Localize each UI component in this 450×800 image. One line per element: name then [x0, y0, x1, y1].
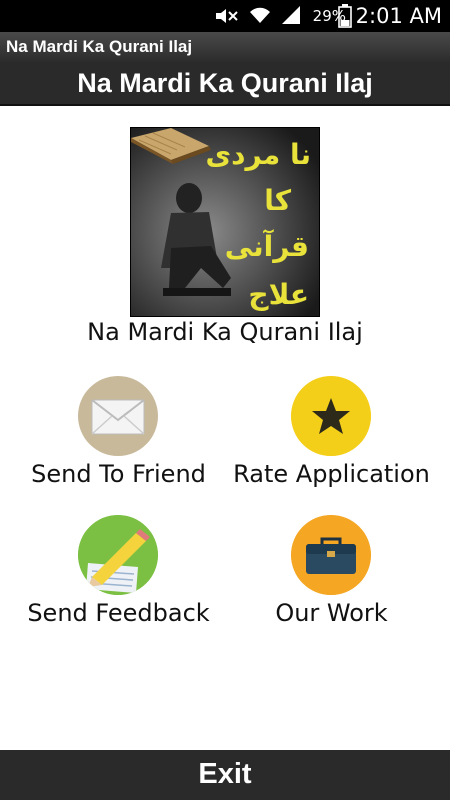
wifi-icon [250, 7, 270, 23]
mute-icon [216, 9, 238, 23]
mail-icon [78, 376, 158, 456]
battery-icon [338, 4, 352, 28]
cover-urdu-line-2: کا [264, 184, 292, 217]
clock: 2:01 AM [355, 4, 442, 28]
pencil-notepad-icon [78, 515, 158, 595]
our-work-button[interactable]: Our Work [219, 515, 444, 655]
send-to-friend-button[interactable]: Send To Friend [6, 376, 231, 516]
page-heading: Na Mardi Ka Qurani Ilaj [77, 68, 373, 98]
star-icon [291, 376, 371, 456]
our-work-label: Our Work [275, 599, 388, 627]
cover-urdu-line-3: قرآنی [225, 229, 309, 263]
briefcase-icon [291, 515, 371, 595]
header-band: Na Mardi Ka Qurani Ilaj [0, 62, 450, 106]
status-bar: 29% 2:01 AM [0, 0, 450, 32]
exit-label: Exit [198, 758, 252, 790]
app-bar-title: Na Mardi Ka Qurani Ilaj [6, 37, 193, 56]
app-name-label: Na Mardi Ka Qurani Ilaj [87, 318, 363, 346]
app-bar: Na Mardi Ka Qurani Ilaj [0, 32, 450, 62]
send-feedback-button[interactable]: Send Feedback [6, 515, 231, 655]
signal-icon [282, 6, 300, 24]
send-to-friend-label: Send To Friend [31, 460, 206, 488]
cover-urdu-line-1: نا مردی [205, 138, 311, 171]
exit-button[interactable]: Exit [0, 750, 450, 800]
rate-application-label: Rate Application [233, 460, 430, 488]
rate-application-button[interactable]: Rate Application [219, 376, 444, 516]
cover-image: نا مردی کا قرآنی علاج [130, 127, 320, 317]
cover-urdu-line-4: علاج [248, 278, 309, 312]
send-feedback-label: Send Feedback [27, 599, 210, 627]
